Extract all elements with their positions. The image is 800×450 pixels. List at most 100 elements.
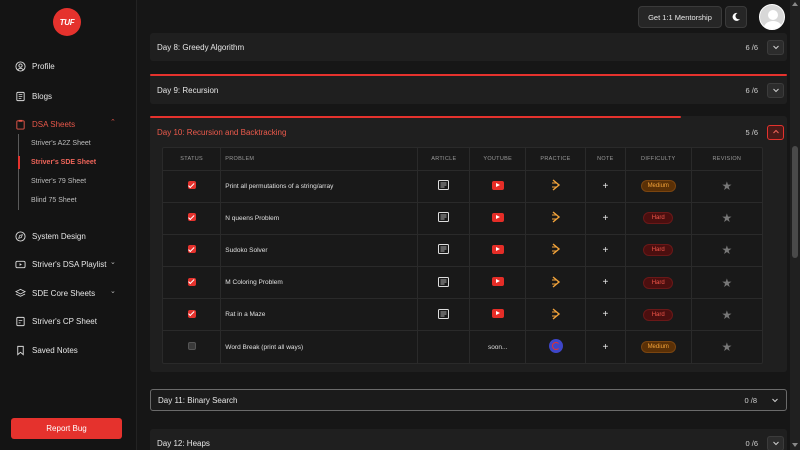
table-row: Print all permutations of a string/array… xyxy=(163,169,762,203)
day-header[interactable]: Day 10: Recursion and Backtracking 5 /6 xyxy=(150,118,787,146)
avatar[interactable] xyxy=(759,4,785,30)
scroll-up-arrow[interactable] xyxy=(792,2,798,6)
bookmark-icon xyxy=(14,344,26,356)
expand-button[interactable] xyxy=(766,393,783,408)
status-checkbox[interactable] xyxy=(187,277,196,286)
add-note-button[interactable]: + xyxy=(602,213,608,224)
status-checkbox[interactable] xyxy=(187,245,196,254)
article-icon[interactable] xyxy=(438,180,450,191)
sidebar-item-label: DSA Sheets xyxy=(32,119,76,129)
table-header-row: STATUS PROBLEM ARTICLE YOUTUBE PRACTICE … xyxy=(163,148,762,171)
layers-icon xyxy=(14,287,26,299)
sidebar-subitem-sde[interactable]: Striver's SDE Sheet xyxy=(18,153,118,172)
user-icon xyxy=(14,60,26,72)
day-title: Day 11: Binary Search xyxy=(158,395,238,405)
problem-name[interactable]: Print all permutations of a string/array xyxy=(220,169,418,203)
add-note-button[interactable]: + xyxy=(602,309,608,320)
youtube-icon[interactable] xyxy=(491,212,504,222)
sidebar-item-system-design[interactable]: System Design xyxy=(14,230,86,242)
day-count: 0 /6 xyxy=(745,438,758,448)
sidebar-item-label: SDE Core Sheets xyxy=(32,288,96,298)
article-icon[interactable] xyxy=(438,244,450,255)
problem-name[interactable]: Rat in a Maze xyxy=(220,298,418,331)
sidebar-item-blogs[interactable]: Blogs xyxy=(14,90,52,102)
add-note-button[interactable]: + xyxy=(602,277,608,288)
col-difficulty: DIFFICULTY xyxy=(624,148,692,171)
expand-button[interactable] xyxy=(767,82,784,98)
difficulty-badge: Hard xyxy=(643,308,674,321)
day-header[interactable]: Day 12: Heaps 0 /6 xyxy=(150,429,787,450)
sidebar-item-cp-sheet[interactable]: Striver's CP Sheet xyxy=(14,315,97,327)
sidebar-subitem-blind75[interactable]: Blind 75 Sheet xyxy=(19,191,118,210)
scroll-thumb[interactable] xyxy=(792,146,798,258)
chevron-down-icon xyxy=(772,45,779,50)
add-note-button[interactable]: + xyxy=(602,181,608,192)
sidebar-item-profile[interactable]: Profile xyxy=(14,60,55,72)
expand-button[interactable] xyxy=(767,39,784,55)
sidebar-item-label: Striver's CP Sheet xyxy=(32,316,97,326)
star-icon[interactable]: ★ xyxy=(721,243,732,257)
day-card-9: Day 9: Recursion 6 /6 xyxy=(150,74,787,104)
day-count: 5 /6 xyxy=(745,127,758,137)
problem-name[interactable]: Word Break (print all ways) xyxy=(220,330,418,364)
sidebar-subitem-a2z[interactable]: Striver's A2Z Sheet xyxy=(19,134,118,153)
problem-name[interactable]: M Coloring Problem xyxy=(220,266,418,299)
col-revision: REVISION xyxy=(690,148,762,171)
problem-name[interactable]: Sudoko Solver xyxy=(220,233,418,267)
youtube-icon[interactable] xyxy=(491,244,504,254)
app-root: TUF Profile Blogs DSA Sheets ⌃ Striver's… xyxy=(0,0,800,450)
youtube-icon[interactable] xyxy=(491,180,504,190)
leetcode-icon[interactable] xyxy=(548,339,563,354)
theme-toggle-button[interactable] xyxy=(725,6,747,28)
sidebar-item-label: System Design xyxy=(32,231,86,241)
article-icon[interactable] xyxy=(438,276,450,287)
article-icon[interactable] xyxy=(438,308,450,319)
col-note: NOTE xyxy=(584,148,626,171)
sidebar-item-saved-notes[interactable]: Saved Notes xyxy=(14,344,78,356)
top-bar: Get 1:1 Mentorship xyxy=(137,0,788,35)
tuf-logo[interactable]: TUF xyxy=(53,8,81,36)
star-icon[interactable]: ★ xyxy=(721,179,732,193)
problem-name[interactable]: N queens Problem xyxy=(220,201,418,235)
chevron-down-icon: ⌄ xyxy=(110,259,116,266)
sidebar-item-dsa-playlist[interactable]: Striver's DSA Playlist ⌄ xyxy=(14,258,116,270)
day-header[interactable]: Day 8: Greedy Algorithm 6 /6 xyxy=(150,33,787,61)
codestudio-icon[interactable] xyxy=(551,276,561,288)
status-checkbox[interactable] xyxy=(187,309,196,318)
scroll-down-arrow[interactable] xyxy=(792,443,798,447)
add-note-button[interactable]: + xyxy=(602,342,608,353)
codestudio-icon[interactable] xyxy=(551,243,561,256)
status-checkbox[interactable] xyxy=(187,342,196,351)
codestudio-icon[interactable] xyxy=(551,211,561,223)
table-row: Word Break (print all ways) soon... + Me… xyxy=(163,330,762,364)
day-title: Day 12: Heaps xyxy=(157,438,210,448)
day-header[interactable]: Day 9: Recursion 6 /6 xyxy=(150,76,787,104)
report-bug-button[interactable]: Report Bug xyxy=(11,418,122,439)
sidebar-item-dsa-sheets[interactable]: DSA Sheets ⌃ xyxy=(14,118,116,130)
codestudio-icon[interactable] xyxy=(551,179,561,191)
col-youtube: YOUTUBE xyxy=(469,148,526,171)
codestudio-icon[interactable] xyxy=(551,308,561,320)
col-practice: PRACTICE xyxy=(525,148,586,171)
status-checkbox[interactable] xyxy=(187,213,196,222)
collapse-button[interactable] xyxy=(767,124,784,140)
status-checkbox[interactable] xyxy=(187,181,196,190)
mentorship-button[interactable]: Get 1:1 Mentorship xyxy=(638,6,722,28)
star-icon[interactable]: ★ xyxy=(721,276,732,290)
difficulty-badge: Medium xyxy=(640,341,676,354)
add-note-button[interactable]: + xyxy=(602,245,608,256)
star-icon[interactable]: ★ xyxy=(721,211,732,225)
youtube-icon[interactable] xyxy=(491,277,504,287)
sidebar-item-sde-core[interactable]: SDE Core Sheets ⌄ xyxy=(14,287,116,299)
table-row: Rat in a Maze + Hard ★ xyxy=(163,298,762,331)
day-header[interactable]: Day 11: Binary Search 0 /8 xyxy=(151,390,786,410)
article-empty xyxy=(417,330,470,364)
sidebar-subitem-79[interactable]: Striver's 79 Sheet xyxy=(19,172,118,191)
article-icon[interactable] xyxy=(438,212,450,223)
expand-button[interactable] xyxy=(767,435,784,450)
chevron-down-icon xyxy=(771,398,778,403)
star-icon[interactable]: ★ xyxy=(721,340,732,354)
youtube-icon[interactable] xyxy=(491,309,504,319)
page-scrollbar[interactable] xyxy=(790,0,800,450)
star-icon[interactable]: ★ xyxy=(721,308,732,322)
